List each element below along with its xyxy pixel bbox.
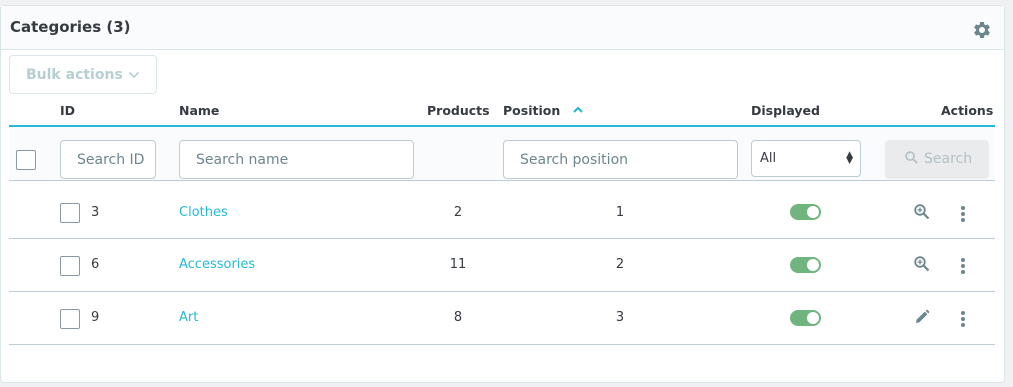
- column-header-products[interactable]: Products: [427, 103, 490, 118]
- category-position: 2: [615, 257, 625, 272]
- column-header-position-label: Position: [503, 103, 561, 118]
- bulk-actions-label: Bulk actions: [26, 67, 123, 83]
- search-name-input[interactable]: [179, 140, 414, 179]
- search-icon: [905, 151, 918, 164]
- select-arrows-icon: ▲ ▼: [846, 150, 853, 166]
- displayed-toggle[interactable]: [790, 257, 821, 273]
- row-divider: [9, 238, 995, 239]
- category-name-link[interactable]: Accessories: [179, 257, 255, 272]
- column-header-id[interactable]: ID: [60, 103, 75, 118]
- column-header-name[interactable]: Name: [179, 103, 219, 118]
- category-position: 3: [615, 310, 625, 325]
- column-header-position[interactable]: Position: [503, 103, 583, 118]
- displayed-filter-value: All: [760, 151, 777, 166]
- search-id-input[interactable]: [60, 140, 156, 179]
- search-position-input[interactable]: [503, 140, 738, 179]
- search-button-label: Search: [924, 151, 973, 167]
- zoom-in-icon[interactable]: [913, 203, 931, 221]
- displayed-toggle[interactable]: [790, 310, 821, 326]
- row-checkbox[interactable]: [60, 309, 80, 329]
- card-title: Categories (3): [10, 18, 131, 36]
- row-checkbox[interactable]: [60, 256, 80, 276]
- select-all-checkbox[interactable]: [16, 150, 36, 170]
- row-actions-menu[interactable]: [960, 258, 966, 276]
- category-id: 9: [91, 310, 100, 325]
- category-name-link[interactable]: Clothes: [179, 205, 228, 220]
- card-header: Categories (3): [1, 6, 1004, 50]
- category-id: 3: [91, 205, 100, 220]
- category-name-link[interactable]: Art: [179, 310, 198, 325]
- row-divider: [9, 291, 995, 292]
- zoom-in-icon[interactable]: [913, 255, 931, 273]
- category-products: 11: [449, 257, 467, 272]
- category-products: 2: [453, 205, 463, 220]
- gear-icon[interactable]: [972, 20, 992, 40]
- row-actions-menu[interactable]: [960, 311, 966, 329]
- chevron-down-icon: [128, 71, 140, 79]
- category-id: 6: [91, 257, 100, 272]
- displayed-toggle[interactable]: [790, 204, 821, 220]
- category-position: 1: [615, 205, 625, 220]
- row-divider: [9, 344, 995, 345]
- pencil-icon[interactable]: [913, 308, 931, 326]
- row-actions-menu[interactable]: [960, 206, 966, 224]
- sort-ascending-icon: [572, 106, 583, 113]
- displayed-filter-select[interactable]: All ▲ ▼: [751, 140, 861, 177]
- search-button[interactable]: Search: [885, 140, 989, 179]
- bulk-actions-button[interactable]: Bulk actions: [9, 55, 157, 94]
- column-header-displayed[interactable]: Displayed: [751, 103, 820, 118]
- column-header-actions: Actions: [941, 103, 994, 118]
- category-products: 8: [453, 310, 463, 325]
- row-checkbox[interactable]: [60, 203, 80, 223]
